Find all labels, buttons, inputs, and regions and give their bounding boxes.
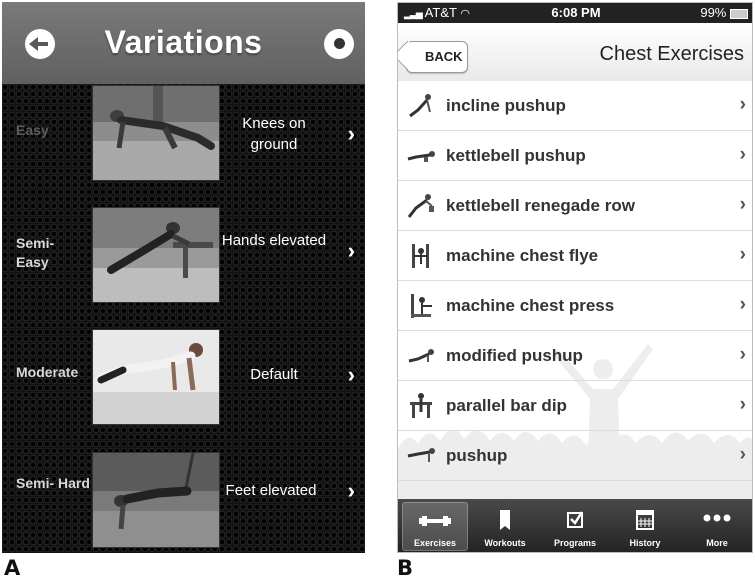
more-dots-icon bbox=[703, 514, 731, 522]
chevron-right-icon: › bbox=[739, 394, 746, 415]
list-item-incline-pushup[interactable]: incline pushup › bbox=[398, 81, 752, 131]
exercise-label: parallel bar dip bbox=[446, 396, 567, 415]
navigation-bar: BACK Chest Exercises bbox=[398, 23, 752, 82]
list-item-modified-pushup[interactable]: modified pushup › bbox=[398, 331, 752, 381]
exercise-label: kettlebell renegade row bbox=[446, 196, 635, 215]
tab-programs[interactable]: Programs bbox=[542, 502, 608, 551]
record-button[interactable] bbox=[324, 29, 354, 59]
chevron-right-icon: › bbox=[739, 444, 746, 465]
tab-label: Exercises bbox=[413, 538, 457, 548]
variation-level: Easy bbox=[16, 122, 49, 138]
machine-chest-flye-icon bbox=[412, 244, 429, 268]
tab-label: Workouts bbox=[484, 538, 526, 548]
list-item-pushup[interactable]: pushup › bbox=[398, 431, 752, 481]
machine-chest-press-icon bbox=[411, 294, 432, 318]
tab-label: Programs bbox=[553, 538, 597, 548]
status-bar: ▂▃▅ AT&T ◠ 6:08 PM 99% bbox=[398, 3, 752, 23]
tab-history[interactable]: History bbox=[612, 502, 678, 551]
exercise-label: pushup bbox=[446, 446, 508, 465]
pushup-icon bbox=[407, 448, 435, 462]
variations-header: Variations bbox=[2, 2, 365, 85]
variations-screen: Variations Easy Knees on ground › Semi- … bbox=[2, 2, 365, 553]
variation-description: Knees on ground bbox=[242, 115, 306, 153]
bookmark-icon bbox=[500, 510, 510, 530]
caption-a: A bbox=[4, 556, 21, 580]
variation-level: Semi- Easy bbox=[16, 235, 55, 270]
variation-list: Easy Knees on ground › Semi- Easy Hands … bbox=[2, 84, 365, 553]
page-title: Chest Exercises bbox=[599, 43, 745, 65]
checkbox-icon bbox=[567, 511, 584, 528]
chevron-right-icon: › bbox=[739, 344, 746, 365]
tab-label: History bbox=[629, 538, 661, 548]
variation-level: Moderate bbox=[16, 364, 79, 380]
list-item-kettlebell-renegade-row[interactable]: kettlebell renegade row › bbox=[398, 181, 752, 231]
variation-level: Semi- Hard bbox=[16, 475, 90, 491]
battery-percent: 99% bbox=[700, 5, 727, 20]
list-item-machine-chest-press[interactable]: machine chest press › bbox=[398, 281, 752, 331]
tab-exercises[interactable]: Exercises bbox=[402, 502, 468, 551]
tab-more[interactable]: More bbox=[684, 502, 750, 551]
list-item-machine-chest-flye[interactable]: machine chest flye › bbox=[398, 231, 752, 281]
modified-pushup-icon bbox=[408, 349, 434, 363]
tab-bar: Exercises Workouts Programs History More bbox=[398, 499, 752, 552]
dumbbell-icon bbox=[419, 516, 451, 526]
variation-photo bbox=[92, 207, 220, 303]
tab-label: More bbox=[706, 538, 728, 548]
caption-b: B bbox=[397, 556, 414, 580]
chevron-right-icon: › bbox=[347, 478, 355, 503]
variation-photo bbox=[92, 85, 220, 181]
variation-row-semi-easy[interactable]: Semi- Easy Hands elevated › bbox=[2, 202, 365, 320]
chevron-right-icon: › bbox=[739, 194, 746, 215]
chevron-right-icon: › bbox=[739, 94, 746, 115]
chevron-right-icon: › bbox=[739, 144, 746, 165]
variation-description: Default bbox=[250, 366, 298, 383]
chevron-right-icon: › bbox=[739, 244, 746, 265]
parallel-bar-dip-icon bbox=[410, 393, 432, 418]
variation-description: Hands elevated bbox=[221, 232, 327, 249]
kettlebell-pushup-icon bbox=[407, 151, 435, 162]
variation-description: Feet elevated bbox=[225, 482, 317, 499]
chevron-right-icon: › bbox=[347, 362, 355, 387]
variation-photo bbox=[92, 452, 220, 548]
chevron-right-icon: › bbox=[347, 121, 355, 146]
exercise-label: machine chest press bbox=[446, 296, 615, 315]
kettlebell-renegade-row-icon bbox=[407, 194, 434, 218]
page-title: Variations bbox=[104, 24, 263, 60]
exercise-label: modified pushup bbox=[446, 346, 583, 365]
battery-indicator: 99% bbox=[700, 5, 748, 20]
list-item-kettlebell-pushup[interactable]: kettlebell pushup › bbox=[398, 131, 752, 181]
variation-row-easy[interactable]: Easy Knees on ground › bbox=[2, 84, 365, 202]
exercise-label: machine chest flye bbox=[446, 246, 599, 265]
chevron-right-icon: › bbox=[739, 294, 746, 315]
variation-photo bbox=[92, 329, 220, 425]
exercise-list[interactable]: incline pushup › kettlebell pushup › ket… bbox=[398, 81, 752, 499]
chest-exercises-screen: ▂▃▅ AT&T ◠ 6:08 PM 99% BACK Chest Exerci… bbox=[397, 2, 753, 553]
variation-row-moderate[interactable]: Moderate Default › bbox=[2, 320, 365, 438]
chevron-right-icon: › bbox=[347, 238, 355, 263]
battery-icon bbox=[730, 8, 748, 19]
list-item-parallel-bar-dip[interactable]: parallel bar dip › bbox=[398, 381, 752, 431]
back-button[interactable]: BACK bbox=[398, 40, 468, 73]
incline-pushup-icon bbox=[409, 94, 431, 118]
tab-workouts[interactable]: Workouts bbox=[472, 502, 538, 551]
back-button-label: BACK bbox=[425, 49, 463, 64]
variation-row-semi-hard[interactable]: Semi- Hard Feet elevated › bbox=[2, 438, 365, 553]
dot-icon bbox=[334, 38, 345, 49]
calendar-icon bbox=[636, 510, 654, 530]
exercise-label: kettlebell pushup bbox=[446, 146, 586, 165]
exercise-label: incline pushup bbox=[446, 96, 566, 115]
